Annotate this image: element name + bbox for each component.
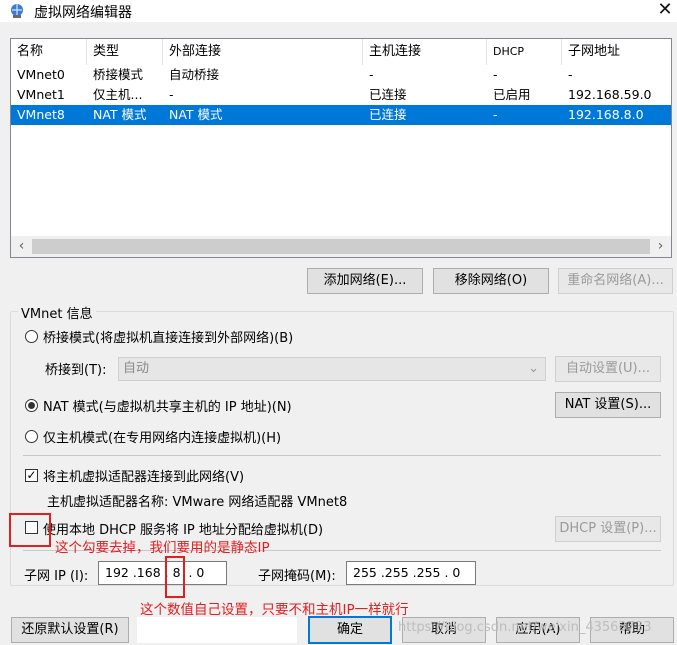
cell-host: 已连接 [369,87,407,102]
cell-external: NAT 模式 [169,107,223,122]
col-header-type[interactable]: 类型 [87,39,163,65]
blank-area [137,617,297,643]
cell-subnet: - [568,67,573,82]
cell-external: 自动桥接 [169,67,220,82]
watermark: https://blog.csdn.net/weixin_43563733 [398,620,652,635]
ok-button[interactable]: 确定 [308,616,392,644]
bridge-to-label: 桥接到(T): [45,363,107,378]
table-row[interactable]: VMnet0 桥接模式 自动桥接 - - - [11,65,671,85]
scroll-left-icon[interactable]: ‹ [11,236,32,257]
scroll-right-icon[interactable]: › [650,236,671,257]
horizontal-scrollbar[interactable]: ‹ › [11,236,671,257]
nat-label[interactable]: NAT 模式(与虚拟机共享主机的 IP 地址)(N) [43,396,292,415]
col-header-external[interactable]: 外部连接 [163,39,363,65]
subnet-ip-label: 子网 IP (I): [24,569,89,584]
window-title: 虚拟网络编辑器 [34,5,132,21]
col-header-dhcp[interactable]: DHCP [487,39,562,65]
connect-adapter-checkbox[interactable]: ✓ [25,469,38,482]
cell-name: VMnet0 [17,67,65,82]
divider [23,455,661,456]
annotation-ip-note: 这个数值自己设置，只要不和主机IP一样就行 [140,602,409,618]
subnet-mask-label: 子网掩码(M): [258,569,336,584]
cell-type: NAT 模式 [93,107,147,122]
annotation-box-dhcp [9,513,51,547]
cell-dhcp: - [493,107,498,122]
cell-dhcp: 已启用 [493,87,531,102]
bridge-to-value: 自动 [123,361,150,376]
vmnet-info-group-label: VMnet 信息 [18,303,96,322]
close-icon[interactable]: ✕ [655,0,675,21]
cell-dhcp: - [493,67,498,82]
nat-radio[interactable] [25,399,38,412]
subnet-ip-input[interactable]: 192 .168 . 8 . 0 [98,561,227,585]
list-header: 名称 类型 外部连接 主机连接 DHCP 子网地址 [11,39,671,65]
restore-defaults-button[interactable]: 还原默认设置(R) [11,617,129,643]
annotation-box-ip [165,556,185,598]
rename-network-button[interactable]: 重命名网络(A)... [558,268,673,294]
bridged-label[interactable]: 桥接模式(将虚拟机直接连接到外部网络)(B) [43,327,293,346]
chevron-down-icon: ⌄ [528,361,539,376]
cell-name: VMnet8 [17,107,65,122]
bridged-radio[interactable] [25,330,38,343]
cell-type: 仅主机... [93,87,143,102]
adapter-name-label: 主机虚拟适配器名称: VMware 网络适配器 VMnet8 [47,495,348,510]
dhcp-settings-button[interactable]: DHCP 设置(P)... [555,516,661,542]
cell-name: VMnet1 [17,87,65,102]
subnet-mask-input[interactable]: 255 .255 .255 . 0 [346,561,476,585]
cell-external: - [169,87,174,102]
annotation-dhcp-note: 这个勾要去掉，我们要用的是静态IP [55,540,270,556]
table-row-selected[interactable]: VMnet8 NAT 模式 NAT 模式 已连接 - 192.168.8.0 [11,105,671,125]
col-header-name[interactable]: 名称 [11,39,87,65]
connect-adapter-label[interactable]: 将主机虚拟适配器连接到此网络(V) [43,466,244,485]
auto-settings-button[interactable]: 自动设置(U)... [555,356,661,382]
network-list[interactable]: 名称 类型 外部连接 主机连接 DHCP 子网地址 VMnet0 桥接模式 自动… [10,38,672,258]
bridge-to-select[interactable]: 自动 ⌄ [118,357,546,381]
add-network-button[interactable]: 添加网络(E)... [307,268,423,294]
col-header-subnet[interactable]: 子网地址 [562,39,671,65]
cell-host: 已连接 [369,107,407,122]
cell-subnet: 192.168.59.0 [568,87,652,102]
hostonly-radio[interactable] [25,430,38,443]
table-row[interactable]: VMnet1 仅主机... - 已连接 已启用 192.168.59.0 [11,85,671,105]
cell-host: - [369,67,374,82]
network-app-icon [11,4,23,18]
cell-subnet: 192.168.8.0 [568,107,644,122]
col-header-host[interactable]: 主机连接 [363,39,487,65]
remove-network-button[interactable]: 移除网络(O) [433,268,549,294]
cell-type: 桥接模式 [93,67,144,82]
hostonly-label[interactable]: 仅主机模式(在专用网络内连接虚拟机)(H) [43,427,281,446]
scroll-thumb[interactable] [32,239,650,254]
nat-settings-button[interactable]: NAT 设置(S)... [555,392,661,418]
